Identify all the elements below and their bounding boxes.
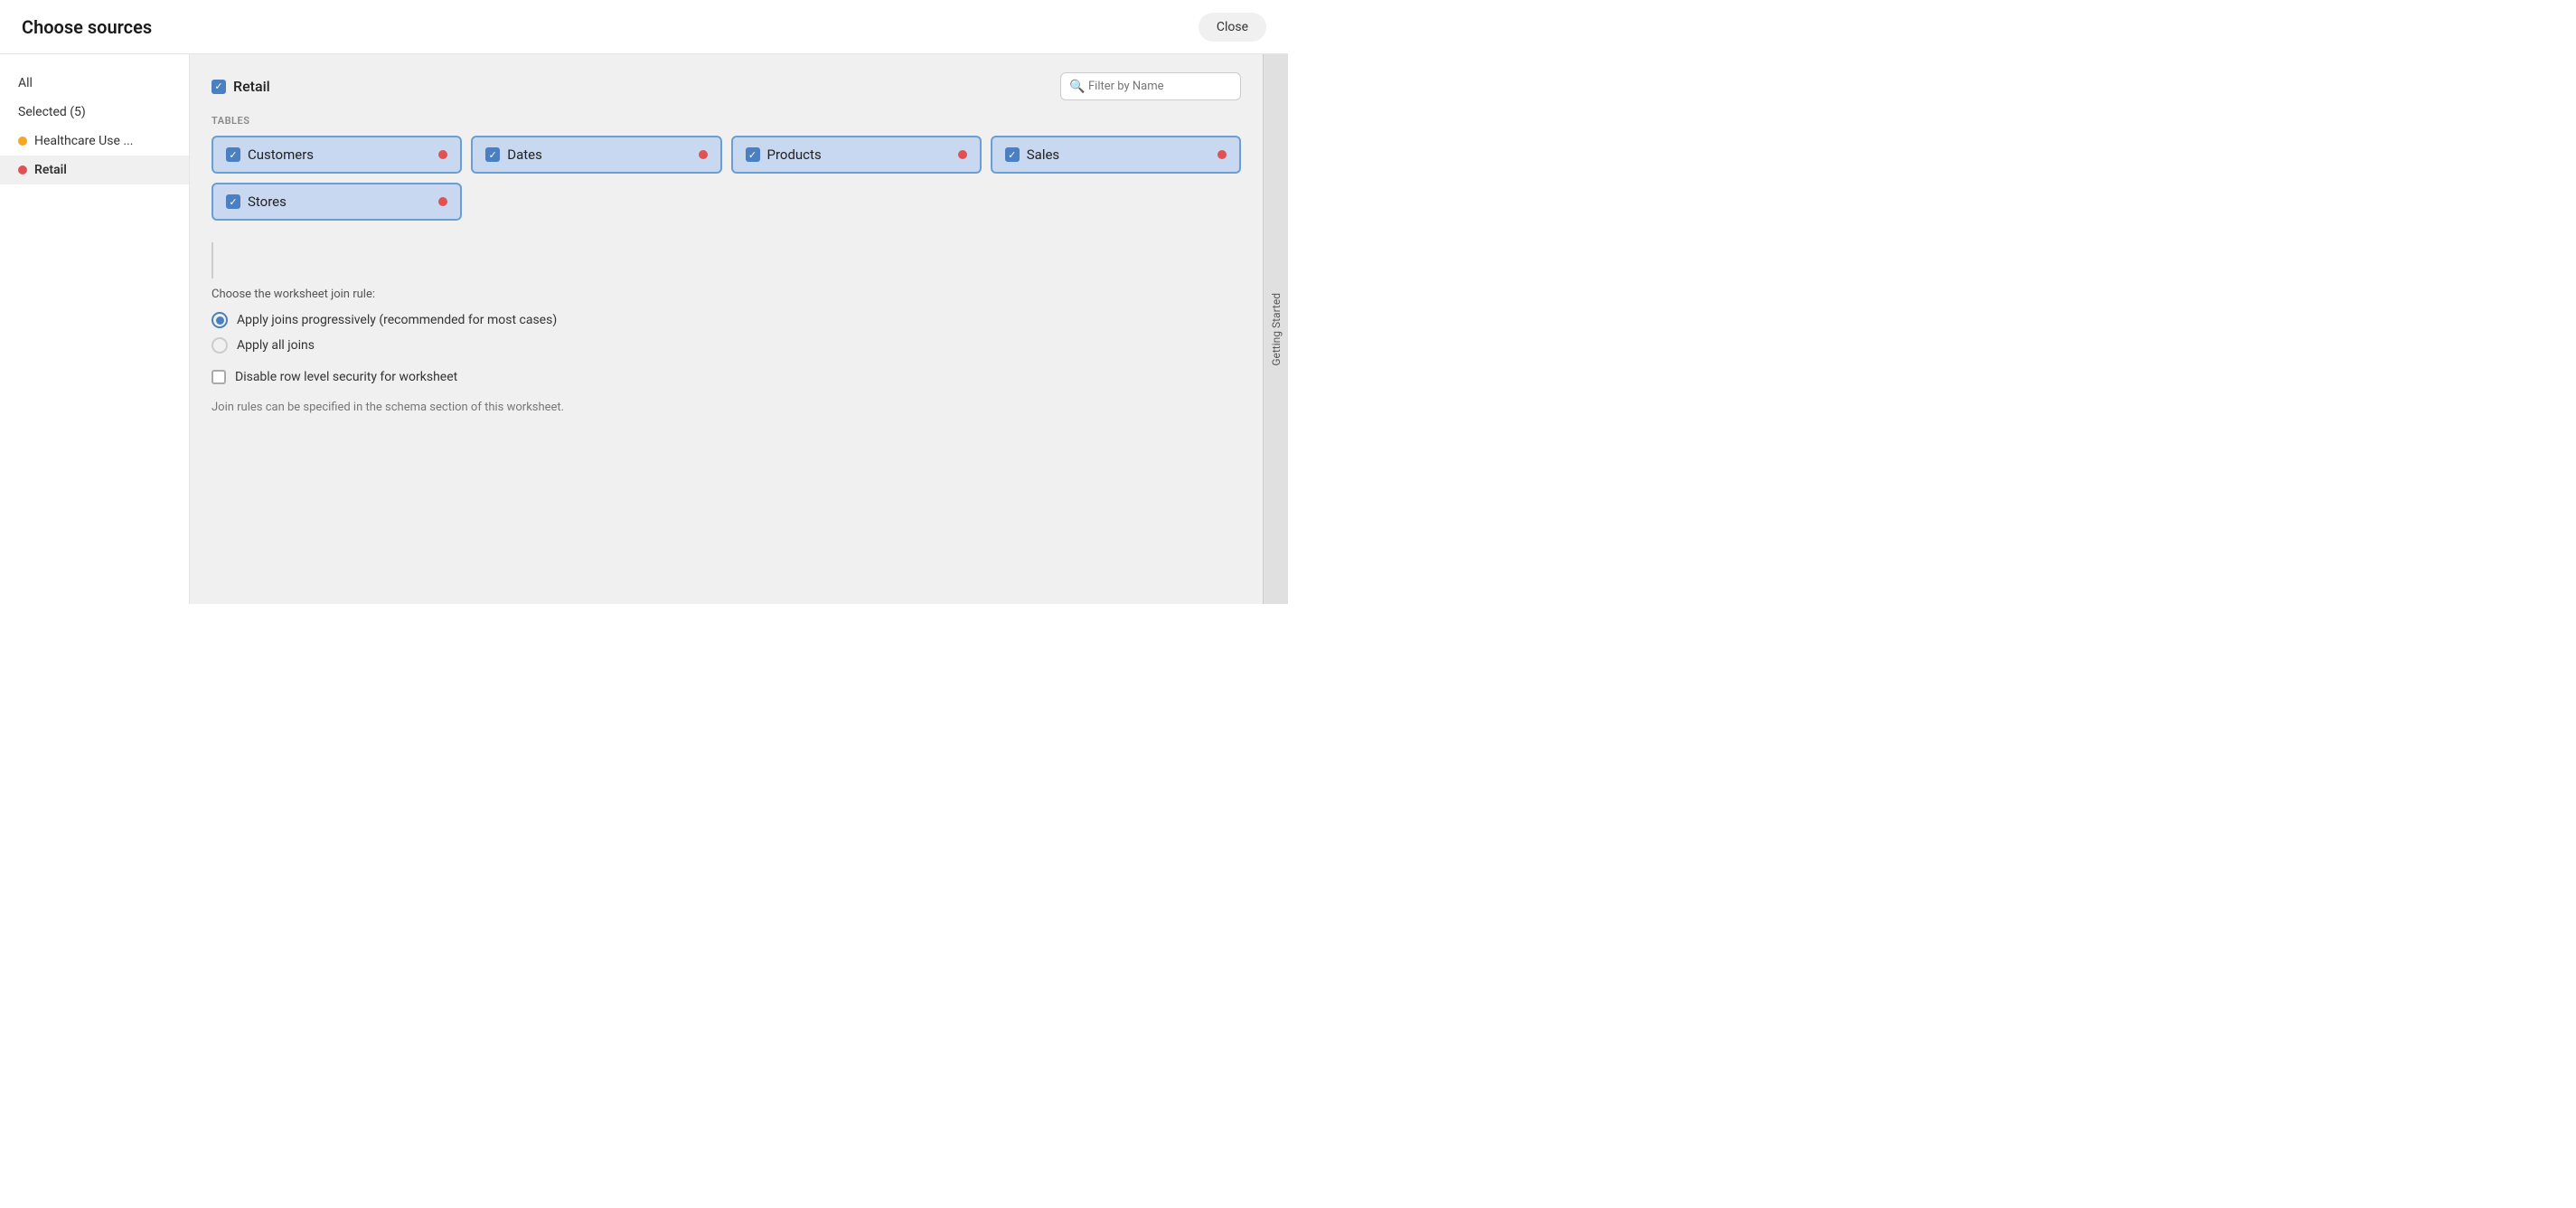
radio-progressive[interactable]: Apply joins progressively (recommended f…	[212, 312, 1241, 328]
dates-checkbox[interactable]	[485, 147, 500, 162]
getting-started-label: Getting Started	[1270, 293, 1283, 366]
modal-title: Choose sources	[22, 16, 152, 38]
disable-rls-checkbox[interactable]	[212, 370, 226, 384]
right-panel-wrapper: Retail 🔍 TABLES Customers	[190, 54, 1288, 604]
sales-dot	[1217, 150, 1227, 159]
products-dot	[958, 150, 967, 159]
sidebar: All Selected (5) Healthcare Use ... Reta…	[0, 54, 190, 604]
radio-progressive-label: Apply joins progressively (recommended f…	[237, 313, 557, 327]
sidebar-item-healthcare[interactable]: Healthcare Use ...	[0, 127, 189, 156]
table-card-stores-left: Stores	[226, 193, 287, 210]
join-note: Join rules can be specified in the schem…	[212, 401, 1241, 414]
source-title: Retail	[212, 78, 270, 95]
stores-checkbox[interactable]	[226, 194, 240, 209]
customers-label: Customers	[248, 146, 314, 163]
radio-all-joins[interactable]: Apply all joins	[212, 337, 1241, 354]
getting-started-sidebar[interactable]: Getting Started	[1263, 54, 1288, 604]
source-header: Retail 🔍	[212, 72, 1241, 100]
radio-progressive-circle[interactable]	[212, 312, 228, 328]
products-label: Products	[767, 146, 822, 163]
join-rule-label: Choose the worksheet join rule:	[212, 288, 1241, 301]
sidebar-item-retail[interactable]: Retail	[0, 156, 189, 184]
modal-body: All Selected (5) Healthcare Use ... Reta…	[0, 54, 1288, 604]
selected-label: Selected (5)	[18, 105, 86, 119]
table-card-sales[interactable]: Sales	[991, 136, 1241, 174]
disable-rls-label: Disable row level security for worksheet	[235, 370, 457, 384]
main-content: Retail 🔍 TABLES Customers	[190, 54, 1263, 604]
filter-input-wrapper: 🔍	[1060, 72, 1241, 100]
radio-group: Apply joins progressively (recommended f…	[212, 312, 1241, 354]
table-card-sales-left: Sales	[1005, 146, 1059, 163]
table-card-dates[interactable]: Dates	[471, 136, 721, 174]
table-card-products[interactable]: Products	[731, 136, 982, 174]
dates-label: Dates	[507, 146, 542, 163]
radio-all-joins-circle[interactable]	[212, 337, 228, 354]
tables-grid: Customers Dates Products	[212, 136, 1241, 174]
filter-input[interactable]	[1060, 72, 1241, 100]
healthcare-dot	[18, 137, 27, 146]
vertical-separator	[212, 242, 213, 278]
table-card-customers[interactable]: Customers	[212, 136, 462, 174]
search-icon: 🔍	[1069, 80, 1085, 94]
stores-row: Stores	[212, 183, 1241, 221]
close-button[interactable]: Close	[1199, 13, 1266, 42]
tables-label: TABLES	[212, 115, 1241, 127]
join-rule-section: Choose the worksheet join rule: Apply jo…	[212, 288, 1241, 414]
healthcare-label: Healthcare Use ...	[34, 134, 133, 148]
sales-label: Sales	[1027, 146, 1059, 163]
retail-label: Retail	[34, 163, 67, 177]
products-checkbox[interactable]	[746, 147, 760, 162]
customers-checkbox[interactable]	[226, 147, 240, 162]
modal-header: Choose sources Close	[0, 0, 1288, 54]
sidebar-item-selected[interactable]: Selected (5)	[0, 98, 189, 127]
sidebar-item-all[interactable]: All	[0, 69, 189, 98]
disable-rls-row[interactable]: Disable row level security for worksheet	[212, 370, 1241, 384]
dates-dot	[699, 150, 708, 159]
table-card-stores[interactable]: Stores	[212, 183, 462, 221]
customers-dot	[438, 150, 447, 159]
source-name: Retail	[233, 78, 270, 95]
table-card-dates-left: Dates	[485, 146, 542, 163]
source-checkbox[interactable]	[212, 80, 226, 94]
sales-checkbox[interactable]	[1005, 147, 1020, 162]
retail-dot	[18, 165, 27, 175]
stores-dot	[438, 197, 447, 206]
stores-label: Stores	[248, 193, 287, 210]
all-label: All	[18, 76, 33, 90]
table-card-customers-left: Customers	[226, 146, 314, 163]
radio-all-joins-label: Apply all joins	[237, 338, 315, 353]
table-card-products-left: Products	[746, 146, 822, 163]
